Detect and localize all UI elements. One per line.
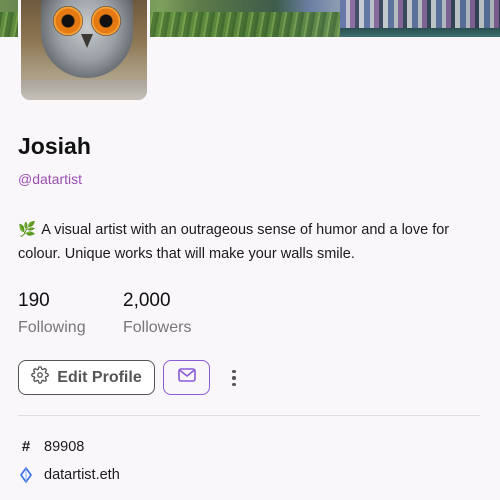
cover-water: [340, 28, 500, 37]
profile-name: Josiah: [18, 133, 91, 159]
following-label: Following: [18, 319, 86, 336]
cover-graffiti-wall: [340, 0, 500, 28]
avatar-sidewalk: [21, 80, 147, 100]
token-id: 89908: [44, 438, 85, 455]
more-dot: [232, 369, 236, 374]
token-id-row: # 89908: [18, 438, 85, 455]
more-options-button[interactable]: [224, 366, 244, 390]
profile-bio: 🌿 A visual artist with an outrageous sen…: [18, 218, 478, 266]
mail-icon: [177, 368, 196, 387]
profile-bio-text: A visual artist with an outrageous sense…: [18, 222, 450, 262]
avatar-owl-eye-right: [91, 6, 121, 36]
avatar-owl-eye-left: [53, 6, 83, 36]
avatar-owl-beak: [81, 34, 93, 48]
ens-name: datartist.eth: [44, 467, 120, 483]
ethereum-icon: [18, 467, 34, 483]
following-count: 190: [18, 290, 50, 311]
followers-stat[interactable]: 2,000 Followers: [123, 290, 191, 337]
seedling-icon: 🌿: [18, 222, 37, 238]
message-button[interactable]: [163, 360, 210, 395]
hash-icon: #: [21, 438, 31, 455]
avatar[interactable]: [18, 0, 150, 103]
followers-label: Followers: [123, 319, 192, 336]
edit-profile-label: Edit Profile: [57, 368, 142, 386]
more-dot: [232, 376, 236, 380]
ens-row[interactable]: datartist.eth: [18, 467, 120, 483]
section-divider: [18, 415, 480, 416]
more-dot: [232, 382, 236, 387]
edit-profile-button[interactable]: Edit Profile: [18, 360, 155, 395]
followers-count: 2,000: [123, 290, 171, 311]
gear-icon: [31, 366, 50, 389]
profile-handle[interactable]: @datartist: [18, 171, 82, 187]
following-stat[interactable]: 190 Following: [18, 290, 86, 337]
